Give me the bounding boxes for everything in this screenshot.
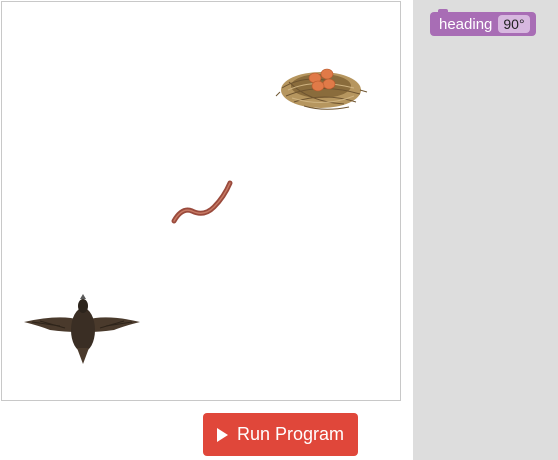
worm-icon xyxy=(171,180,233,224)
heading-block[interactable]: heading 90° xyxy=(430,9,536,36)
run-program-button[interactable]: Run Program xyxy=(203,413,358,456)
play-icon xyxy=(216,427,228,442)
heading-value-field[interactable]: 90° xyxy=(498,15,530,33)
nest-icon xyxy=(275,68,368,110)
block-toolbox: heading 90° xyxy=(413,0,558,460)
run-program-label: Run Program xyxy=(236,424,345,444)
block-notch xyxy=(438,9,448,13)
bird-icon xyxy=(24,294,140,364)
heading-block-label: heading xyxy=(439,15,493,33)
program-stage xyxy=(1,1,401,401)
